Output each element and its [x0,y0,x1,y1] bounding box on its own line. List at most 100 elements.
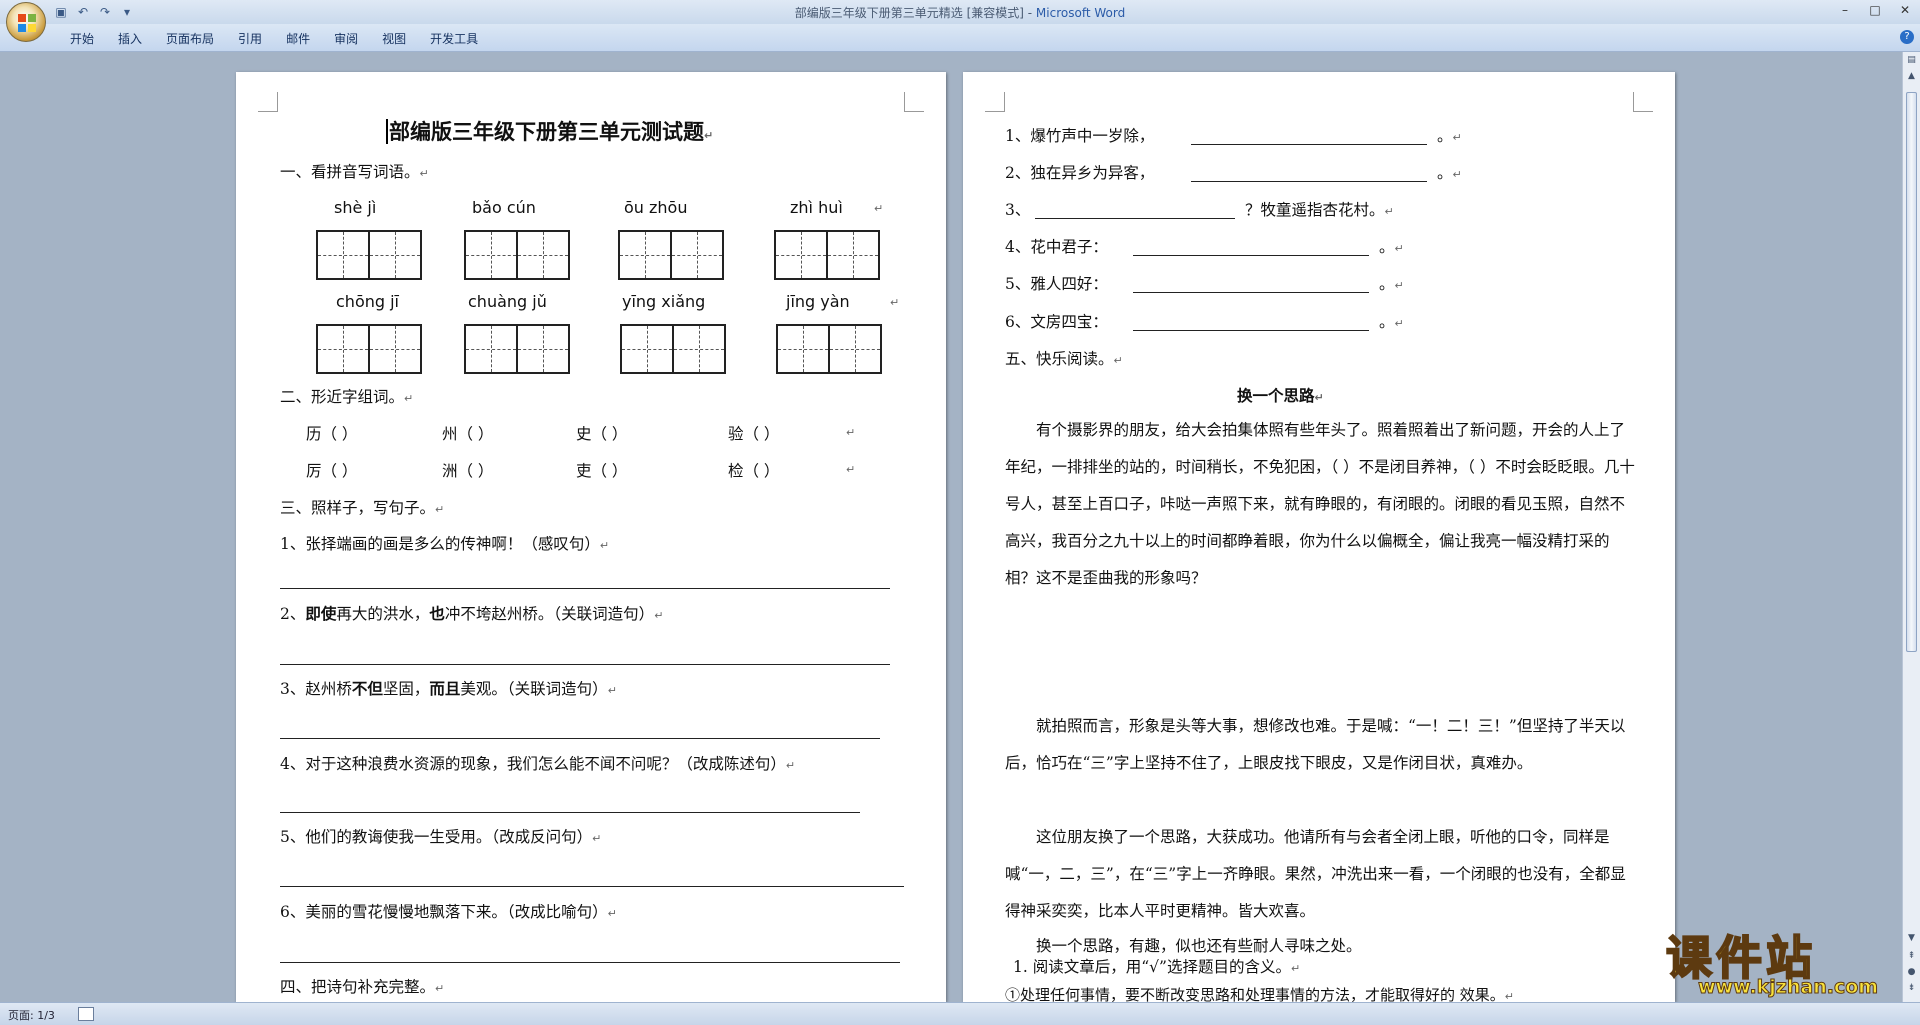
story-title: 换一个思路↵ [1237,386,1324,405]
answer-line[interactable] [1191,144,1427,145]
period: 。↵ [1379,238,1404,256]
crop-mark [985,92,1005,112]
answer-line[interactable] [280,812,860,813]
writing-grid[interactable] [618,230,724,280]
char-group: 检（ ） [728,462,780,480]
window-controls: – □ ✕ [1830,0,1920,22]
period: 。↵ [1437,164,1462,182]
period: 。↵ [1437,127,1462,145]
answer-line[interactable] [280,588,890,589]
tab-page-layout[interactable]: 页面布局 [154,29,226,49]
question-text: 1、张择端画的画是多么的传神啊！（感叹句）↵ [280,535,610,553]
answer-line[interactable] [1035,218,1235,219]
minimize-icon[interactable]: – [1830,0,1860,20]
story-paragraph: 有个摄影界的朋友，给大会拍集体照有些年头了。照着照着出了新问题，开会的人上了年纪… [1005,421,1635,587]
next-page-icon[interactable]: ⇟ [1905,982,1918,995]
pinyin-label: yīng xiǎng [622,292,706,311]
char-group: 洲（ ） [442,462,494,480]
question-text: 5、他们的教诲使我一生受用。（改成反问句）↵ [280,828,602,846]
status-bar: 页面: 1/3 [0,1002,1920,1025]
char-group: 厉（ ） [306,462,358,480]
question-option: ①处理任何事情，要不断改变思路和处理事情的方法，才能取得好的 效果。↵ [1005,986,1514,1002]
maximize-icon[interactable]: □ [1860,0,1890,20]
question-text: 6、美丽的雪花慢慢地飘落下来。（改成比喻句）↵ [280,903,617,921]
poem-question: 4、花中君子： [1005,238,1108,256]
scroll-thumb[interactable] [1906,92,1917,652]
pinyin-label: zhì huì [790,198,843,217]
proofing-icon[interactable] [78,1007,94,1021]
char-group: 历（ ） [306,425,358,443]
writing-grid[interactable] [776,324,882,374]
tab-home[interactable]: 开始 [58,29,106,49]
answer-line[interactable] [280,886,904,887]
poem-question: ？牧童遥指杏花村。↵ [1245,201,1394,219]
writing-grid[interactable] [620,324,726,374]
answer-line[interactable] [1133,255,1369,256]
tab-review[interactable]: 审阅 [322,29,370,49]
page-indicator[interactable]: 页面: 1/3 [8,1007,55,1023]
char-group: 验（ ） [728,425,780,443]
char-group: 史（ ） [576,425,628,443]
writing-grid[interactable] [316,230,422,280]
writing-grid[interactable] [774,230,880,280]
section-heading: 五、快乐阅读。↵ [1005,350,1123,368]
answer-line[interactable] [1133,292,1369,293]
char-group: 州（ ） [442,425,494,443]
section-heading: 二、形近字组词。↵ [280,388,414,406]
answer-line[interactable] [1191,181,1427,182]
poem-question: 2、独在异乡为异客， [1005,164,1155,182]
close-icon[interactable]: ✕ [1890,0,1920,20]
browse-object-icon[interactable]: ● [1905,966,1918,979]
scroll-down-icon[interactable]: ▼ [1905,932,1918,945]
story-paragraph: 这位朋友换了一个思路，大获成功。他请所有与会者全闭上眼，听他的口令，同样是喊“一… [1005,828,1626,920]
question-text: 4、对于这种浪费水资源的现象，我们怎么能不闻不问呢？（改成陈述句）↵ [280,755,796,773]
tab-references[interactable]: 引用 [226,29,274,49]
pinyin-label: chōng jī [336,292,399,311]
section-heading: 三、照样子，写句子。↵ [280,499,445,517]
pinyin-label: jīng yàn [786,292,850,311]
previous-page-icon[interactable]: ⇞ [1905,950,1918,963]
answer-line[interactable] [280,664,890,665]
title-bar: ▣ ↶ ↷ ▾ 部编版三年级下册第三单元精选 [兼容模式] - Microsof… [0,0,1920,24]
answer-line[interactable] [280,962,900,963]
scroll-up-icon[interactable]: ▲ [1905,70,1918,83]
tab-insert[interactable]: 插入 [106,29,154,49]
watermark-url: www.kjzhan.com [1697,976,1879,999]
period: 。↵ [1379,313,1404,331]
poem-question: 3、 [1005,201,1031,219]
poem-question: 6、文房四宝： [1005,313,1108,331]
writing-grid[interactable] [464,230,570,280]
poem-question: 1、爆竹声中一岁除， [1005,127,1155,145]
question-text: 2、即使再大的洪水，也冲不垮赵州桥。（关联词造句）↵ [280,604,664,623]
question-text: 3、赵州桥不但坚固，而且美观。（关联词造句）↵ [280,679,617,698]
writing-grid[interactable] [464,324,570,374]
ruler-toggle-icon[interactable]: ▤ [1905,54,1918,67]
question-text: 1. 阅读文章后，用“√”选择题目的含义。↵ [1013,958,1301,976]
section-heading: 一、看拼音写词语。↵ [280,163,429,181]
office-button[interactable] [6,2,46,42]
ribbon-tabs: 开始 插入 页面布局 引用 邮件 审阅 视图 开发工具 [58,29,490,49]
vertical-scrollbar[interactable]: ▤ ▲ ▼ ⇞ ● ⇟ [1902,52,1920,1002]
char-group: 吏（ ） [576,462,628,480]
pinyin-label: ōu zhōu [624,198,688,217]
writing-grid[interactable] [316,324,422,374]
pinyin-label: shè jì [334,198,377,217]
window-title: 部编版三年级下册第三单元精选 [兼容模式] - Microsoft Word [794,6,1126,20]
poem-question: 5、雅人四好： [1005,275,1108,293]
tab-mailings[interactable]: 邮件 [274,29,322,49]
answer-line[interactable] [1133,330,1369,331]
period: 。↵ [1379,275,1404,293]
section-heading: 四、把诗句补充完整。↵ [280,978,445,996]
tab-developer[interactable]: 开发工具 [418,29,490,49]
answer-line[interactable] [280,738,880,739]
site-watermark: 课件站 www.kjzhan.com [1665,922,1904,1008]
help-icon[interactable]: ? [1900,30,1914,44]
tab-view[interactable]: 视图 [370,29,418,49]
document-page-2: 1、爆竹声中一岁除， 。↵ 2、独在异乡为异客， 。↵ 3、 ？牧童遥指杏花村。… [963,72,1675,1002]
story-paragraph: 就拍照而言，形象是头等大事，想修改也难。于是喊：“一！二！三！”但坚持了半天以后… [1005,717,1626,772]
document-page-1: 部编版三年级下册第三单元测试题↵ 一、看拼音写词语。↵ shè jì bǎo c… [236,72,946,1002]
document-title: 部编版三年级下册第三单元测试题↵ [386,116,713,146]
office-logo-icon [18,14,36,32]
crop-mark [258,92,278,112]
pinyin-label: bǎo cún [472,198,536,217]
